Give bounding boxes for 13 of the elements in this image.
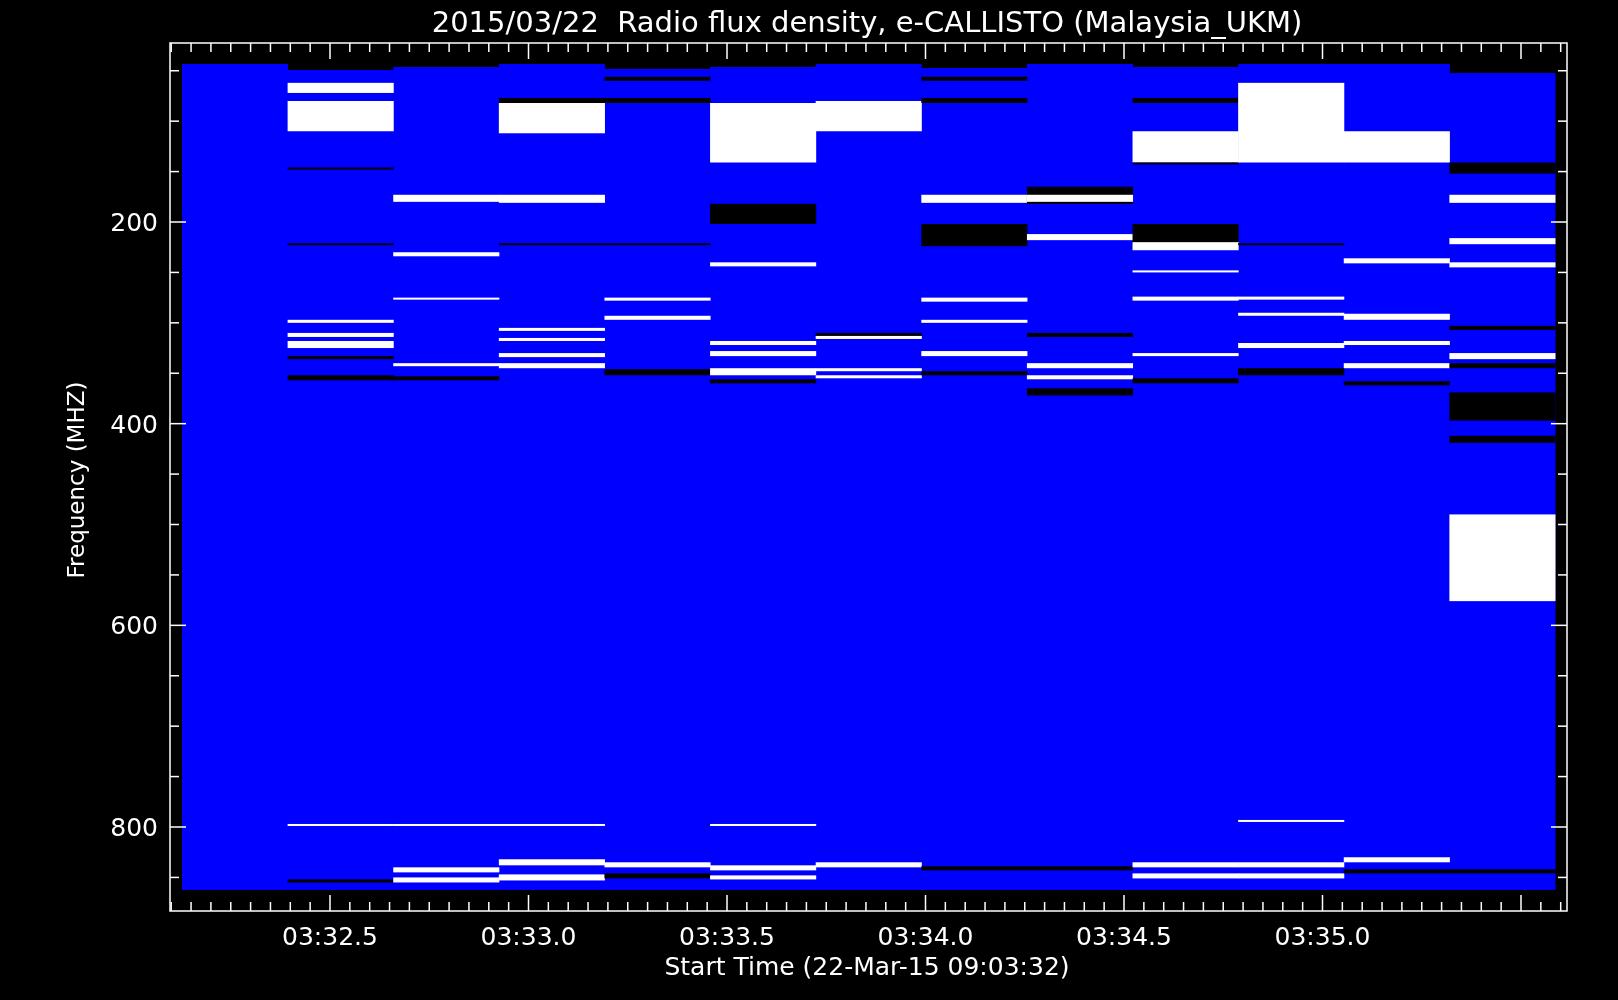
x-tick-label: 03:32.5 bbox=[282, 922, 378, 951]
x-tick-label: 03:34.0 bbox=[877, 922, 974, 951]
y-tick-label: 600 bbox=[110, 611, 158, 641]
x-axis-label: Start Time (22-Mar-15 09:03:32) bbox=[664, 952, 1070, 981]
x-tick-label: 03:34.5 bbox=[1076, 922, 1172, 951]
y-axis-label: Frequency (MHZ) bbox=[63, 381, 89, 579]
x-tick-label: 03:33.5 bbox=[679, 922, 775, 951]
x-tick-label: 03:33.0 bbox=[480, 922, 577, 951]
chart-title: 2015/03/22 Radio flux density, e-CALLISTO (Malaysia_UKM) bbox=[431, 5, 1303, 39]
y-tick-label: 200 bbox=[110, 208, 158, 237]
y-tick-label: 400 bbox=[110, 409, 158, 439]
x-tick-label: 03:35.0 bbox=[1274, 922, 1371, 951]
y-tick-label: 800 bbox=[110, 813, 158, 842]
